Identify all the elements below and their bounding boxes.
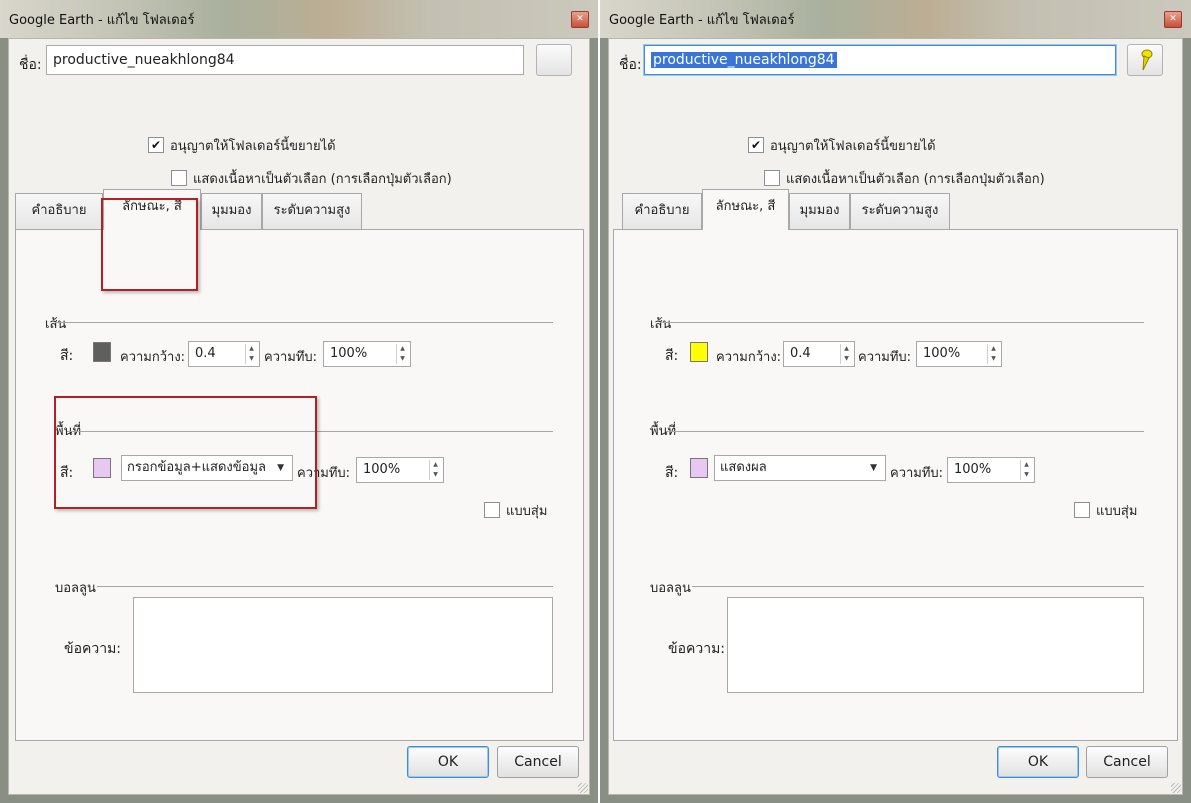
name-value-selected: productive_nueakhlong84 (651, 52, 837, 68)
show-as-options-label: แสดงเนื้อหาเป็นตัวเลือก (การเลือกปุ่มตัว… (193, 172, 452, 187)
highlight-area-box (54, 396, 317, 509)
name-input[interactable]: productive_nueakhlong84 (46, 45, 524, 75)
line-group-label: เส้น (45, 317, 67, 332)
close-icon: ✕ (576, 14, 584, 24)
chevron-down-icon: ▼ (870, 463, 877, 473)
check-icon: ✔ (750, 137, 762, 152)
tab-style-color[interactable]: ลักษณะ, สี (702, 189, 789, 230)
tab-description[interactable]: คำอธิบาย (15, 193, 103, 229)
allow-expand-row[interactable]: ✔ อนุญาตให้โฟลเดอร์นี้ขยายได้ (748, 135, 936, 156)
area-opacity-spinbox[interactable]: 100% ▲ ▼ (356, 457, 444, 483)
area-mode-value: แสดงผล (720, 460, 767, 475)
line-group-divider (55, 322, 553, 323)
area-opacity-label: ความทึบ: (890, 466, 944, 481)
line-color-label: สี: (60, 348, 74, 364)
random-label: แบบสุ่ม (506, 504, 548, 519)
spin-arrows-icon[interactable]: ▲ ▼ (1020, 460, 1032, 480)
message-textarea[interactable] (727, 597, 1144, 693)
line-opacity-spinbox[interactable]: 100% ▲ ▼ (323, 341, 411, 367)
close-button[interactable]: ✕ (571, 11, 589, 28)
area-group-divider (666, 431, 1144, 432)
placemark-icon-button[interactable] (536, 44, 572, 76)
title-bar[interactable]: Google Earth - แก้ไข โฟลเดอร์ ✕ (600, 0, 1191, 38)
random-checkbox[interactable] (484, 501, 500, 518)
name-label: ชื่อ: (619, 57, 642, 73)
check-icon: ✔ (150, 137, 162, 152)
title-bar[interactable]: Google Earth - แก้ไข โฟลเดอร์ ✕ (0, 0, 598, 38)
ok-button[interactable]: OK (997, 746, 1079, 778)
resize-grip-icon[interactable] (1171, 783, 1181, 793)
name-label: ชื่อ: (19, 57, 42, 73)
area-opacity-value: 100% (363, 462, 401, 477)
line-opacity-value: 100% (923, 346, 961, 361)
close-button[interactable]: ✕ (1164, 11, 1182, 28)
area-mode-dropdown[interactable]: แสดงผล ▼ (714, 455, 886, 481)
edit-folder-dialog-left: Google Earth - แก้ไข โฟลเดอร์ ✕ ชื่อ: pr… (0, 0, 598, 803)
name-input[interactable]: productive_nueakhlong84 (644, 45, 1116, 75)
name-value: productive_nueakhlong84 (53, 52, 235, 68)
balloon-group-divider (692, 586, 1144, 587)
line-group-label: เส้น (650, 317, 672, 332)
spin-arrows-icon[interactable]: ▲ ▼ (429, 460, 441, 480)
balloon-group-label: บอลลูน (650, 581, 691, 596)
show-as-options-label: แสดงเนื้อหาเป็นตัวเลือก (การเลือกปุ่มตัว… (786, 172, 1045, 187)
line-color-swatch[interactable] (93, 342, 111, 362)
tab-altitude[interactable]: ระดับความสูง (850, 193, 950, 229)
allow-expand-label: อนุญาตให้โฟลเดอร์นี้ขยายได้ (770, 139, 936, 154)
pushpin-icon (1141, 49, 1153, 71)
placemark-icon-button[interactable] (1127, 44, 1163, 76)
tab-description[interactable]: คำอธิบาย (622, 193, 702, 229)
tab-view[interactable]: มุมมอง (201, 193, 262, 229)
line-opacity-spinbox[interactable]: 100% ▲ ▼ (916, 341, 1002, 367)
random-row[interactable]: แบบสุ่ม (1074, 500, 1137, 521)
line-opacity-label: ความทึบ: (858, 350, 912, 365)
balloon-group-label: บอลลูน (55, 581, 96, 596)
spin-arrows-icon[interactable]: ▲ ▼ (396, 344, 408, 364)
allow-expand-checkbox[interactable]: ✔ (748, 136, 764, 153)
area-opacity-value: 100% (954, 462, 992, 477)
line-group-divider (660, 322, 1144, 323)
width-label: ความกว้าง: (716, 350, 782, 365)
area-color-label: สี: (665, 465, 679, 481)
area-opacity-spinbox[interactable]: 100% ▲ ▼ (947, 457, 1035, 483)
resize-grip-icon[interactable] (578, 783, 588, 793)
area-color-swatch[interactable] (690, 458, 708, 478)
show-as-options-checkbox[interactable] (171, 169, 187, 186)
random-checkbox[interactable] (1074, 501, 1090, 518)
window-title: Google Earth - แก้ไข โฟลเดอร์ (9, 13, 195, 28)
close-icon: ✕ (1169, 14, 1177, 24)
message-textarea[interactable] (133, 597, 553, 693)
show-as-options-row[interactable]: แสดงเนื้อหาเป็นตัวเลือก (การเลือกปุ่มตัว… (764, 168, 1045, 189)
width-value: 0.4 (195, 346, 216, 361)
width-value: 0.4 (790, 346, 811, 361)
line-opacity-label: ความทึบ: (264, 350, 318, 365)
spin-arrows-icon[interactable]: ▲ ▼ (987, 344, 999, 364)
tab-altitude[interactable]: ระดับความสูง (262, 193, 362, 229)
allow-expand-checkbox[interactable]: ✔ (148, 136, 164, 153)
line-color-swatch[interactable] (690, 342, 708, 362)
cancel-button[interactable]: Cancel (1086, 746, 1168, 778)
allow-expand-row[interactable]: ✔ อนุญาตให้โฟลเดอร์นี้ขยายได้ (148, 135, 336, 156)
message-label: ข้อความ: (64, 641, 122, 657)
show-as-options-checkbox[interactable] (764, 169, 780, 186)
show-as-options-row[interactable]: แสดงเนื้อหาเป็นตัวเลือก (การเลือกปุ่มตัว… (171, 168, 452, 189)
ok-button[interactable]: OK (407, 746, 489, 778)
spin-arrows-icon[interactable]: ▲ ▼ (840, 344, 852, 364)
spin-arrows-icon[interactable]: ▲ ▼ (245, 344, 257, 364)
balloon-group-divider (97, 586, 553, 587)
cancel-button[interactable]: Cancel (497, 746, 579, 778)
width-spinbox[interactable]: 0.4 ▲ ▼ (783, 341, 855, 367)
width-spinbox[interactable]: 0.4 ▲ ▼ (188, 341, 260, 367)
line-opacity-value: 100% (330, 346, 368, 361)
width-label: ความกว้าง: (120, 350, 186, 365)
random-label: แบบสุ่ม (1096, 504, 1138, 519)
edit-folder-dialog-right: Google Earth - แก้ไข โฟลเดอร์ ✕ ชื่อ: pr… (600, 0, 1191, 803)
random-row[interactable]: แบบสุ่ม (484, 500, 547, 521)
tab-view[interactable]: มุมมอง (789, 193, 850, 229)
window-title: Google Earth - แก้ไข โฟลเดอร์ (609, 13, 795, 28)
message-label: ข้อความ: (668, 641, 726, 657)
allow-expand-label: อนุญาตให้โฟลเดอร์นี้ขยายได้ (170, 139, 336, 154)
line-color-label: สี: (665, 348, 679, 364)
highlight-tab-box (101, 198, 198, 291)
